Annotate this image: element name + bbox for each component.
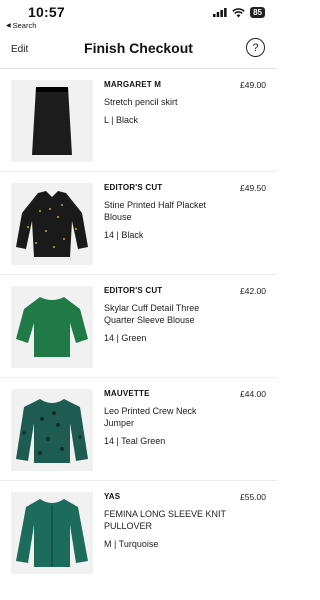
product-brand: MARGARET M — [104, 80, 162, 89]
status-bar: 10:57 ◀ Search 85 — [0, 0, 277, 34]
product-image-blouse[interactable] — [11, 183, 93, 265]
list-item[interactable]: YAS FEMINA LONG SLEEVE KNIT PULLOVER M |… — [0, 480, 277, 583]
list-item[interactable]: MAUVETTE Leo Printed Crew Neck Jumper 14… — [0, 377, 277, 480]
wifi-icon — [232, 7, 245, 17]
page-title: Finish Checkout — [84, 40, 193, 56]
product-price: £55.00 — [240, 492, 266, 502]
product-name[interactable]: Stine Printed Half Placket Blouse — [104, 199, 229, 223]
product-price: £42.00 — [240, 286, 266, 296]
back-arrow-icon: ◀ — [6, 23, 11, 29]
product-info: EDITOR'S CUT Skylar Cuff Detail Three Qu… — [104, 286, 229, 343]
list-item[interactable]: EDITOR'S CUT Skylar Cuff Detail Three Qu… — [0, 274, 277, 377]
product-info: MAUVETTE Leo Printed Crew Neck Jumper 14… — [104, 389, 229, 446]
help-icon: ? — [252, 41, 259, 54]
product-info: YAS FEMINA LONG SLEEVE KNIT PULLOVER M |… — [104, 492, 229, 549]
help-button[interactable]: ? — [246, 38, 265, 57]
back-label: Search — [12, 21, 37, 30]
clock: 10:57 — [28, 4, 65, 20]
product-price: £49.00 — [240, 80, 266, 90]
back-to-search-link[interactable]: ◀ Search — [6, 21, 36, 30]
product-variant: 14 | Green — [104, 333, 147, 343]
product-image-knit[interactable] — [11, 492, 93, 574]
list-item[interactable]: MARGARET M Stretch pencil skirt L | Blac… — [0, 68, 277, 171]
product-name[interactable]: Leo Printed Crew Neck Jumper — [104, 405, 229, 429]
product-price: £49.50 — [240, 183, 266, 193]
product-brand: YAS — [104, 492, 121, 501]
product-image-jumper[interactable] — [11, 389, 93, 471]
status-icons: 85 — [213, 7, 265, 18]
product-variant: 14 | Black — [104, 230, 144, 240]
battery-icon: 85 — [250, 7, 265, 18]
product-name[interactable]: FEMINA LONG SLEEVE KNIT PULLOVER — [104, 508, 229, 532]
product-brand: MAUVETTE — [104, 389, 150, 398]
nav-bar: Edit Finish Checkout ? — [0, 36, 277, 62]
product-image-top[interactable] — [11, 286, 93, 368]
product-variant: L | Black — [104, 115, 139, 125]
product-name[interactable]: Skylar Cuff Detail Three Quarter Sleeve … — [104, 302, 229, 326]
list-item[interactable]: EDITOR'S CUT Stine Printed Half Placket … — [0, 171, 277, 274]
product-variant: 14 | Teal Green — [104, 436, 166, 446]
product-price: £44.00 — [240, 389, 266, 399]
product-info: EDITOR'S CUT Stine Printed Half Placket … — [104, 183, 229, 240]
product-image-skirt[interactable] — [11, 80, 93, 162]
product-name[interactable]: Stretch pencil skirt — [104, 96, 229, 108]
product-variant: M | Turquoise — [104, 539, 159, 549]
signal-icon — [213, 8, 227, 17]
product-brand: EDITOR'S CUT — [104, 286, 163, 295]
product-brand: EDITOR'S CUT — [104, 183, 163, 192]
product-info: MARGARET M Stretch pencil skirt L | Blac… — [104, 80, 229, 125]
checkout-item-list: MARGARET M Stretch pencil skirt L | Blac… — [0, 68, 277, 583]
